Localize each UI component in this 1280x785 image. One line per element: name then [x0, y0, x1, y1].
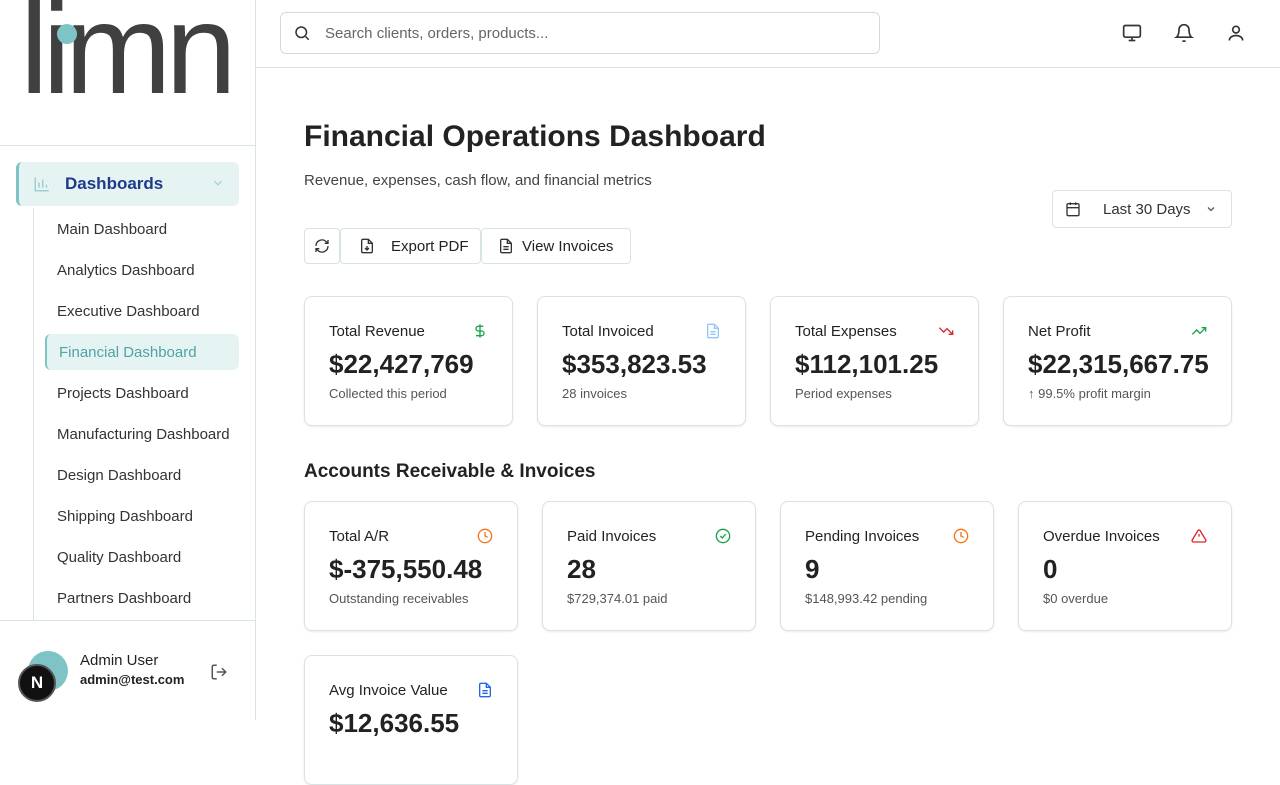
kpi-title: Total Expenses: [795, 323, 897, 340]
topbar: [256, 0, 1280, 68]
ar-title: Overdue Invoices: [1043, 528, 1160, 545]
file-download-icon: [361, 238, 373, 254]
kpi-value: $353,823.53: [562, 349, 707, 379]
search-box[interactable]: [280, 12, 880, 54]
sidebar-item-executive[interactable]: Executive Dashboard: [45, 293, 239, 329]
search-icon: [295, 26, 310, 41]
bell-icon[interactable]: [1174, 23, 1194, 43]
kpi-subtext: Period expenses: [795, 386, 892, 401]
kpi-card-total-expenses[interactable]: Total Expenses $112,101.25 Period expens…: [770, 296, 979, 426]
ar-card-pending-invoices[interactable]: Pending Invoices 9 $148,993.42 pending: [780, 501, 994, 631]
avg-invoice-title: Avg Invoice Value: [329, 682, 448, 699]
ar-subtext: $0 overdue: [1043, 591, 1109, 606]
chevron-down-icon[interactable]: [211, 176, 225, 190]
view-invoices-button[interactable]: View Invoices: [481, 228, 631, 264]
page-title: Financial Operations Dashboard: [304, 120, 766, 153]
trending-down-icon: [938, 327, 954, 335]
chevron-down-icon: [1207, 207, 1215, 212]
kpi-card-net-profit[interactable]: Net Profit $22,315,667.75 ↑ 99.5% profit…: [1003, 296, 1232, 426]
main-content: Financial Operations Dashboard Revenue, …: [256, 68, 1280, 785]
clock-icon: [477, 528, 493, 544]
trending-up-icon: [1191, 327, 1207, 335]
logo: limn: [20, 0, 237, 121]
kpi-value: $22,315,667.75: [1028, 349, 1209, 379]
user-panel: N Admin User admin@test.com: [0, 620, 255, 720]
user-icon[interactable]: [1226, 23, 1246, 43]
nav-group-label: Dashboards: [65, 174, 164, 193]
refresh-icon: [315, 239, 329, 253]
logout-icon[interactable]: [210, 663, 228, 681]
view-invoices-label: View Invoices: [522, 237, 614, 255]
ar-title: Pending Invoices: [805, 528, 920, 545]
kpi-title: Total Invoiced: [562, 323, 654, 340]
calendar-icon: [1066, 202, 1080, 217]
sidebar: limn Dashboards Main Dashboard Analytics…: [0, 0, 256, 720]
ar-subtext: $148,993.42 pending: [805, 591, 928, 606]
ar-title: Paid Invoices: [567, 528, 657, 545]
clock-icon: [953, 528, 969, 544]
ar-card-total-ar[interactable]: Total A/R $-375,550.48 Outstanding recei…: [304, 501, 518, 631]
sidebar-item-financial[interactable]: Financial Dashboard: [45, 334, 239, 370]
ar-card-paid-invoices[interactable]: Paid Invoices 28 $729,374.01 paid: [542, 501, 756, 631]
user-email: admin@test.com: [80, 672, 185, 687]
page-subtitle: Revenue, expenses, cash flow, and financ…: [304, 172, 652, 189]
alert-triangle-icon: [1191, 529, 1207, 543]
kpi-subtext: Collected this period: [329, 386, 447, 401]
monitor-icon[interactable]: [1122, 23, 1142, 43]
bar-chart-icon: [34, 177, 49, 192]
export-pdf-button[interactable]: Export PDF: [340, 228, 481, 264]
document-icon: [707, 323, 719, 339]
export-pdf-label: Export PDF: [391, 237, 469, 255]
kpi-subtext: ↑ 99.5% profit margin: [1028, 386, 1151, 401]
document-icon: [479, 682, 491, 698]
logo-area: limn: [0, 0, 255, 146]
kpi-card-total-revenue[interactable]: Total Revenue $22,427,769 Collected this…: [304, 296, 513, 426]
kpi-card-total-invoiced[interactable]: Total Invoiced $353,823.53 28 invoices: [537, 296, 746, 426]
sidebar-item-shipping[interactable]: Shipping Dashboard: [45, 498, 239, 534]
n-badge[interactable]: N: [18, 664, 56, 702]
search-input[interactable]: [325, 24, 845, 42]
logo-dot: [57, 24, 77, 44]
sub-nav-rail: [33, 208, 34, 620]
ar-value: 28: [567, 554, 596, 584]
sidebar-item-partners[interactable]: Partners Dashboard: [45, 580, 239, 616]
kpi-title: Total Revenue: [329, 323, 425, 340]
ar-value: 0: [1043, 554, 1058, 584]
avg-invoice-value: $12,636.55: [329, 708, 460, 738]
check-circle-icon: [715, 528, 731, 544]
ar-value: $-375,550.48: [329, 554, 483, 584]
kpi-value: $22,427,769: [329, 349, 474, 379]
section-title: Accounts Receivable & Invoices: [304, 461, 596, 482]
kpi-title: Net Profit: [1028, 323, 1091, 340]
document-icon: [500, 238, 512, 254]
kpi-subtext: 28 invoices: [562, 386, 628, 401]
date-range-select[interactable]: Last 30 Days: [1052, 190, 1232, 228]
sidebar-item-analytics[interactable]: Analytics Dashboard: [45, 252, 239, 288]
sidebar-item-quality[interactable]: Quality Dashboard: [45, 539, 239, 575]
ar-title: Total A/R: [329, 528, 390, 545]
sidebar-item-manufacturing[interactable]: Manufacturing Dashboard: [45, 416, 239, 452]
sidebar-item-main[interactable]: Main Dashboard: [45, 211, 239, 247]
user-name: Admin User: [80, 652, 159, 669]
sidebar-item-design[interactable]: Design Dashboard: [45, 457, 239, 493]
avg-invoice-card[interactable]: Avg Invoice Value $12,636.55: [304, 655, 518, 785]
ar-value: 9: [805, 554, 820, 584]
sidebar-item-projects[interactable]: Projects Dashboard: [45, 375, 239, 411]
refresh-button[interactable]: [304, 228, 340, 264]
date-range-value: Last 30 Days: [1103, 200, 1191, 218]
nav-group-dashboards[interactable]: Dashboards: [16, 162, 239, 206]
ar-subtext: $729,374.01 paid: [567, 591, 668, 606]
dollar-icon: [475, 324, 485, 338]
ar-card-overdue-invoices[interactable]: Overdue Invoices 0 $0 overdue: [1018, 501, 1232, 631]
ar-subtext: Outstanding receivables: [329, 591, 469, 606]
kpi-value: $112,101.25: [795, 349, 939, 379]
